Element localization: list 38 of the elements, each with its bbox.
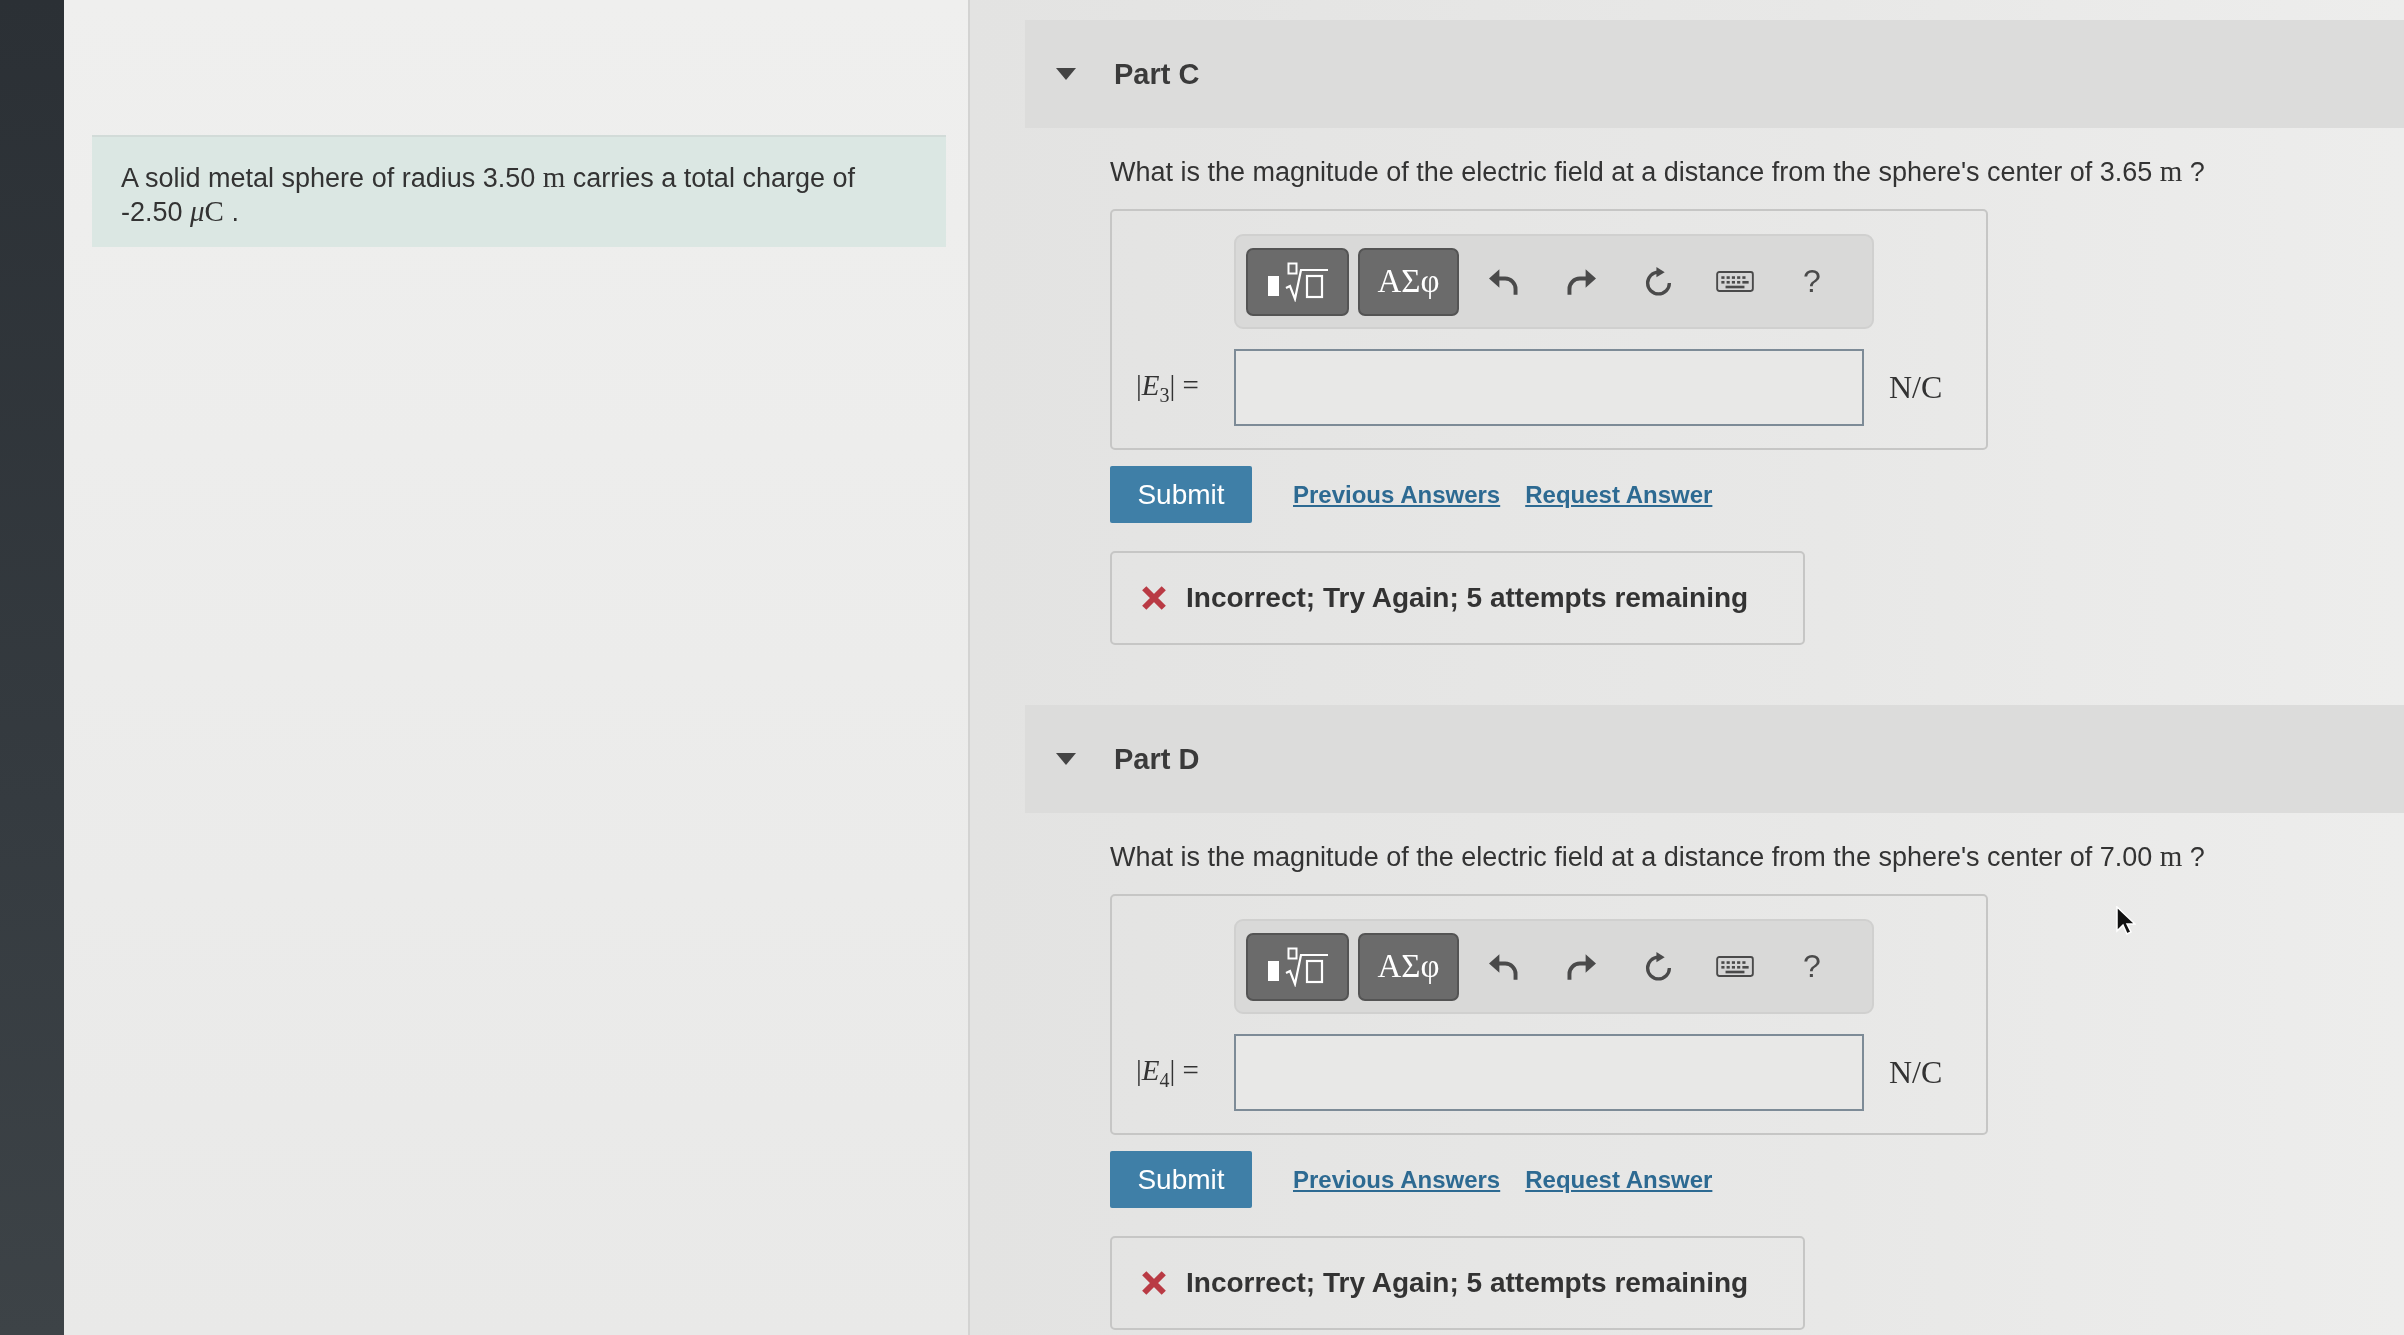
part-title[interactable]: Part D <box>1114 742 1200 776</box>
unit-label: N/C <box>1889 1054 1944 1091</box>
keyboard-icon <box>1716 956 1754 977</box>
question-text: What is the magnitude of the electric field at a distance from the sphere's center of 7.00 m ? <box>1110 840 2206 874</box>
help-button[interactable]: ? <box>1792 946 1832 987</box>
feedback-message: Incorrect; Try Again; 5 attempts remaining <box>1186 582 1749 614</box>
answer-link[interactable]: Previous Answers <box>1293 480 1501 509</box>
answer-label: |E$_{3}$| = <box>1136 368 1200 407</box>
help-button[interactable]: ? <box>1792 261 1832 302</box>
undo-icon <box>1489 267 1519 296</box>
redo-icon <box>1566 267 1596 296</box>
unit-label: N/C <box>1889 369 1944 406</box>
reset-icon <box>1644 952 1672 981</box>
redo-icon <box>1566 952 1596 981</box>
answer-link[interactable]: Request Answer <box>1525 480 1713 509</box>
undo-icon <box>1489 952 1519 981</box>
root-template-icon <box>1266 261 1329 302</box>
symbols-button[interactable]: ΑΣφ <box>1358 932 1459 1001</box>
part-title[interactable]: Part C <box>1114 57 1200 91</box>
answer-input[interactable] <box>1234 349 1864 426</box>
answer-input[interactable] <box>1234 1034 1864 1111</box>
problem-statement: A solid metal sphere of radius 3.50 m carries a total charge of -2.50 μC . <box>92 135 946 247</box>
keyboard-icon <box>1716 271 1754 292</box>
answer-link[interactable]: Previous Answers <box>1293 1165 1501 1194</box>
answer-link[interactable]: Request Answer <box>1525 1165 1713 1194</box>
question-text: What is the magnitude of the electric field at a distance from the sphere's center of 3.65 m ? <box>1110 155 2206 189</box>
submit-button[interactable]: Submit <box>1110 1151 1252 1208</box>
caret-icon[interactable] <box>1056 68 1076 80</box>
symbols-button[interactable]: ΑΣφ <box>1358 247 1459 316</box>
feedback-message: Incorrect; Try Again; 5 attempts remaining <box>1186 1267 1749 1299</box>
template-button[interactable] <box>1246 247 1349 316</box>
mouse-pointer-icon <box>2116 906 2136 936</box>
root-template-icon <box>1266 946 1329 987</box>
caret-icon[interactable] <box>1056 753 1076 765</box>
answer-label: |E$_{4}$| = <box>1136 1053 1200 1092</box>
reset-icon <box>1644 267 1672 296</box>
template-button[interactable] <box>1246 932 1349 1001</box>
submit-button[interactable]: Submit <box>1110 466 1252 523</box>
